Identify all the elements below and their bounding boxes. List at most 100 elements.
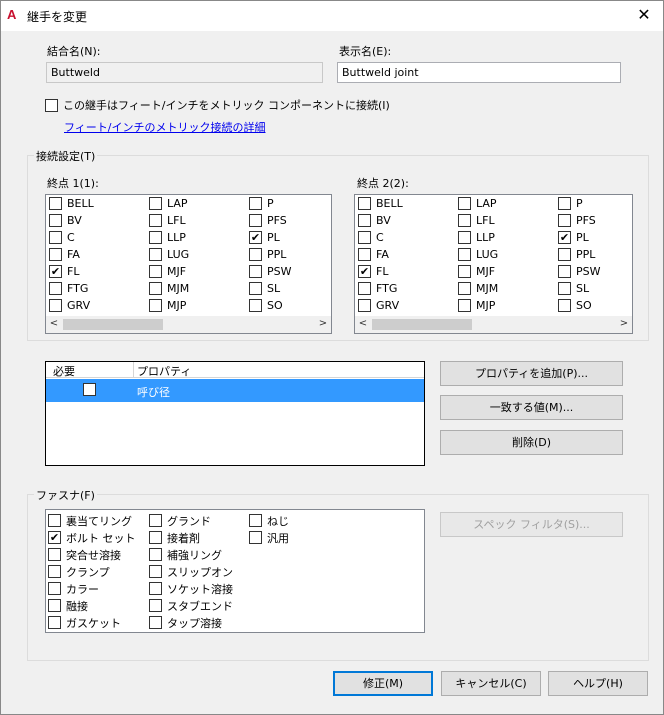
end2-type-checkbox[interactable] (458, 231, 471, 244)
end2-type-checkbox[interactable] (558, 282, 571, 295)
end1-type-checkbox[interactable] (49, 214, 62, 227)
fastener-checkbox[interactable] (149, 565, 162, 578)
end2-type-item[interactable]: ✔ PL (558, 229, 601, 246)
end2-type-item[interactable]: BV (358, 212, 403, 229)
imperial-checkbox[interactable] (45, 98, 58, 112)
end2-type-checkbox[interactable] (358, 248, 371, 261)
end1-type-checkbox[interactable] (149, 265, 162, 278)
fastener-checkbox[interactable] (149, 616, 162, 629)
end1-type-item[interactable]: ✔ PL (249, 229, 292, 246)
end2-type-checkbox[interactable] (458, 299, 471, 312)
end2-type-item[interactable]: SO (558, 297, 601, 314)
fastener-checkbox[interactable] (249, 514, 262, 527)
end1-list[interactable]: BELL BV C FA ✔ FL FTG GRV LAP LFL LLP LUG MJF MJM MJP… (45, 194, 332, 334)
cancel-button[interactable]: キャンセル(C) (441, 671, 541, 696)
end1-type-checkbox[interactable] (149, 282, 162, 295)
fastener-checkbox[interactable] (149, 514, 162, 527)
end1-type-checkbox[interactable] (49, 231, 62, 244)
end2-type-item[interactable]: GRV (358, 297, 403, 314)
end1-type-checkbox[interactable] (49, 299, 62, 312)
end2-type-item[interactable]: MJM (458, 280, 498, 297)
fastener-item[interactable]: スリップオン (149, 563, 233, 580)
fastener-item[interactable]: タップ溶接 (149, 614, 233, 631)
add-property-button[interactable]: プロパティを追加(P)... (440, 361, 623, 386)
end2-type-item[interactable]: SL (558, 280, 601, 297)
end1-type-checkbox[interactable] (249, 197, 262, 210)
scroll-thumb[interactable] (372, 319, 472, 330)
end1-type-checkbox[interactable] (49, 197, 62, 210)
end2-type-checkbox[interactable] (358, 231, 371, 244)
end2-type-item[interactable]: MJP (458, 297, 498, 314)
end1-type-item[interactable]: BELL (49, 195, 94, 212)
required-checkbox[interactable]: ✔ (83, 383, 96, 396)
display-name-field[interactable]: Buttweld joint (337, 62, 621, 83)
end2-type-checkbox[interactable] (458, 214, 471, 227)
end2-type-checkbox[interactable] (458, 197, 471, 210)
fastener-item[interactable]: 接着剤 (149, 529, 233, 546)
fastener-checkbox[interactable]: ✔ (48, 531, 61, 544)
delete-property-button[interactable]: 削除(D) (440, 430, 623, 455)
end1-type-item[interactable]: BV (49, 212, 94, 229)
end2-list[interactable]: BELL BV C FA ✔ FL FTG GRV LAP LFL LLP LUG MJF MJM MJP… (354, 194, 633, 334)
end2-type-item[interactable]: PSW (558, 263, 601, 280)
fastener-checkbox[interactable] (48, 548, 61, 561)
end2-type-item[interactable]: FTG (358, 280, 403, 297)
end1-type-item[interactable]: GRV (49, 297, 94, 314)
end1-type-checkbox[interactable] (49, 248, 62, 261)
end1-type-item[interactable]: P (249, 195, 292, 212)
end1-type-item[interactable]: PFS (249, 212, 292, 229)
end1-type-checkbox[interactable] (249, 214, 262, 227)
end2-type-checkbox[interactable] (358, 197, 371, 210)
end2-type-item[interactable]: LFL (458, 212, 498, 229)
table-row[interactable]: ✔ 呼び径 (46, 379, 424, 402)
end2-type-checkbox[interactable] (358, 282, 371, 295)
end1-type-checkbox[interactable] (249, 265, 262, 278)
fastener-checkbox[interactable] (48, 514, 61, 527)
end1-type-checkbox[interactable] (249, 248, 262, 261)
end1-type-checkbox[interactable] (49, 282, 62, 295)
fastener-item[interactable]: 汎用 (249, 529, 289, 546)
end1-type-item[interactable]: ✔ FL (49, 263, 94, 280)
end1-type-checkbox[interactable] (149, 197, 162, 210)
end2-type-item[interactable]: LLP (458, 229, 498, 246)
end1-type-item[interactable]: MJP (149, 297, 189, 314)
fastener-item[interactable]: 裏当てリング (48, 512, 136, 529)
fastener-item[interactable]: ソケット溶接 (149, 580, 233, 597)
end2-type-item[interactable]: LAP (458, 195, 498, 212)
end1-type-checkbox[interactable] (149, 299, 162, 312)
end1-type-item[interactable]: FA (49, 246, 94, 263)
fastener-checkbox[interactable] (48, 616, 61, 629)
end2-type-checkbox[interactable] (558, 265, 571, 278)
imperial-option[interactable]: この継手はフィート/インチをメトリック コンポーネントに接続(I) (45, 97, 390, 113)
end1-horizontal-scrollbar[interactable]: < > (46, 316, 331, 333)
match-values-button[interactable]: 一致する値(M)... (440, 395, 623, 420)
end1-type-item[interactable]: MJF (149, 263, 189, 280)
end1-type-checkbox[interactable] (149, 231, 162, 244)
fastener-item[interactable]: グランド (149, 512, 233, 529)
end2-type-checkbox[interactable] (458, 282, 471, 295)
end2-type-item[interactable]: PPL (558, 246, 601, 263)
close-icon[interactable]: ✕ (633, 4, 655, 26)
end1-type-item[interactable]: PPL (249, 246, 292, 263)
end2-horizontal-scrollbar[interactable]: < > (355, 316, 632, 333)
fastener-checkbox[interactable] (149, 531, 162, 544)
end1-type-item[interactable]: SO (249, 297, 292, 314)
end2-type-checkbox[interactable] (558, 248, 571, 261)
end1-type-item[interactable]: LFL (149, 212, 189, 229)
end2-type-item[interactable]: C (358, 229, 403, 246)
fastener-checkbox[interactable] (48, 599, 61, 612)
modify-button[interactable]: 修正(M) (333, 671, 433, 696)
end2-type-checkbox[interactable] (458, 265, 471, 278)
scroll-thumb[interactable] (63, 319, 163, 330)
fastener-item[interactable]: カラー (48, 580, 136, 597)
end1-type-checkbox[interactable] (149, 248, 162, 261)
end2-type-item[interactable]: BELL (358, 195, 403, 212)
end1-type-item[interactable]: FTG (49, 280, 94, 297)
end2-type-item[interactable]: MJF (458, 263, 498, 280)
end2-type-checkbox[interactable] (558, 299, 571, 312)
fastener-checkbox[interactable] (149, 548, 162, 561)
fastener-checkbox[interactable] (48, 582, 61, 595)
fastener-checkbox[interactable] (48, 565, 61, 578)
end1-type-checkbox[interactable]: ✔ (49, 265, 62, 278)
end1-type-item[interactable]: PSW (249, 263, 292, 280)
